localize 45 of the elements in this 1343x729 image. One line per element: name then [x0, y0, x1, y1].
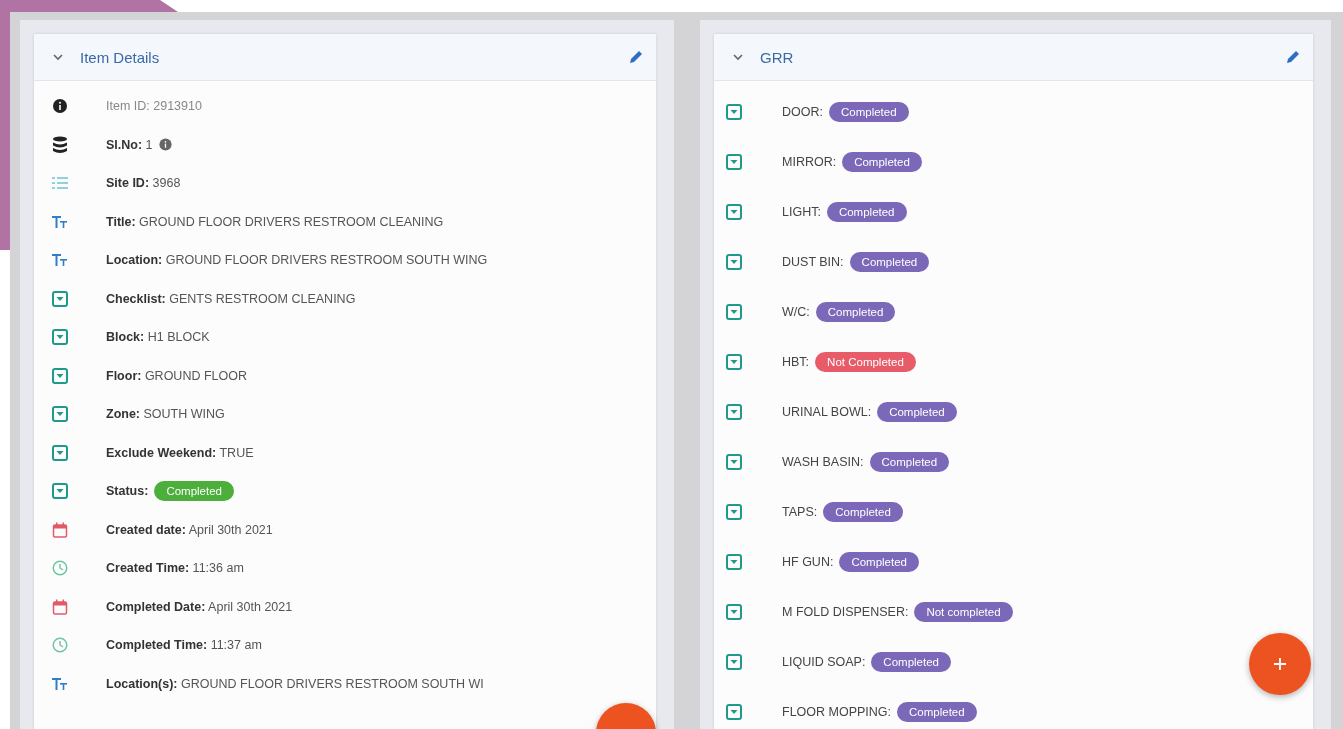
detail-text: Completed Date: April 30th 2021: [106, 599, 293, 614]
checklist-item-label: DOOR:: [782, 105, 823, 119]
detail-text: Checklist: GENTS RESTROOM CLEANING: [106, 291, 356, 306]
detail-text: Title: GROUND FLOOR DRIVERS RESTROOM CLEANING: [106, 214, 444, 229]
status-badge: Completed: [826, 202, 907, 222]
checklist-item-label: TAPS:: [782, 505, 818, 519]
detail-text: Status:: [106, 484, 149, 499]
detail-text: Exclude Weekend: TRUE: [106, 445, 254, 460]
status-badge: Completed: [871, 652, 951, 672]
checklist-item-label: MIRROR:: [782, 155, 837, 169]
status-badge: Completed: [877, 402, 957, 422]
status-badge: Completed: [839, 552, 919, 572]
status-badge: Not Completed: [815, 352, 916, 372]
detail-text: Location: GROUND FLOOR DRIVERS RESTROOM SOUTH WING: [106, 253, 488, 268]
detail-text: Location(s): GROUND FLOOR DRIVERS RESTROOM SOUTH WI: [106, 676, 484, 691]
detail-text: Created date: April 30th 2021: [106, 522, 273, 537]
status-badge: Completed: [849, 252, 930, 272]
status-badge: Completed: [869, 452, 950, 472]
checklist-item-label: LIGHT:: [782, 205, 821, 219]
status-badge: Completed: [842, 152, 922, 172]
checklist-item-label: HBT:: [782, 355, 810, 369]
detail-text: Sl.No: 1: [106, 137, 153, 152]
checklist-item-label: LIQUID SOAP:: [782, 655, 866, 669]
status-badge: Completed: [897, 702, 977, 722]
panel-title: GRR: [760, 48, 795, 66]
detail-text: Created Time: 11:36 am: [106, 561, 244, 576]
detail-text: Completed Time: 11:37 am: [106, 638, 262, 653]
status-badge: Completed: [815, 302, 896, 322]
status-badge: Completed: [823, 502, 903, 522]
checklist-item-label: W/C:: [782, 305, 810, 319]
status-badge: Not completed: [914, 602, 1013, 622]
detail-text: Zone: SOUTH WING: [106, 407, 225, 422]
detail-text: Block: H1 BLOCK: [106, 330, 210, 345]
checklist-item-label: FLOOR MOPPING:: [782, 705, 892, 719]
checklist-item-label: URINAL BOWL:: [782, 405, 872, 419]
checklist-item-label: WASH BASIN:: [782, 455, 864, 469]
checklist-item-label: HF GUN:: [782, 555, 834, 569]
panel-title: Item Details: [80, 48, 161, 66]
status-badge: Completed: [829, 102, 909, 122]
checklist-item-label: M FOLD DISPENSER:: [782, 605, 909, 619]
status-badge: Completed: [154, 481, 234, 502]
detail-text: Site ID: 3968: [106, 176, 181, 191]
checklist-item-label: DUST BIN:: [782, 255, 844, 269]
detail-text: Floor: GROUND FLOOR: [106, 368, 247, 383]
detail-text: Item ID: 2913910: [106, 99, 202, 114]
